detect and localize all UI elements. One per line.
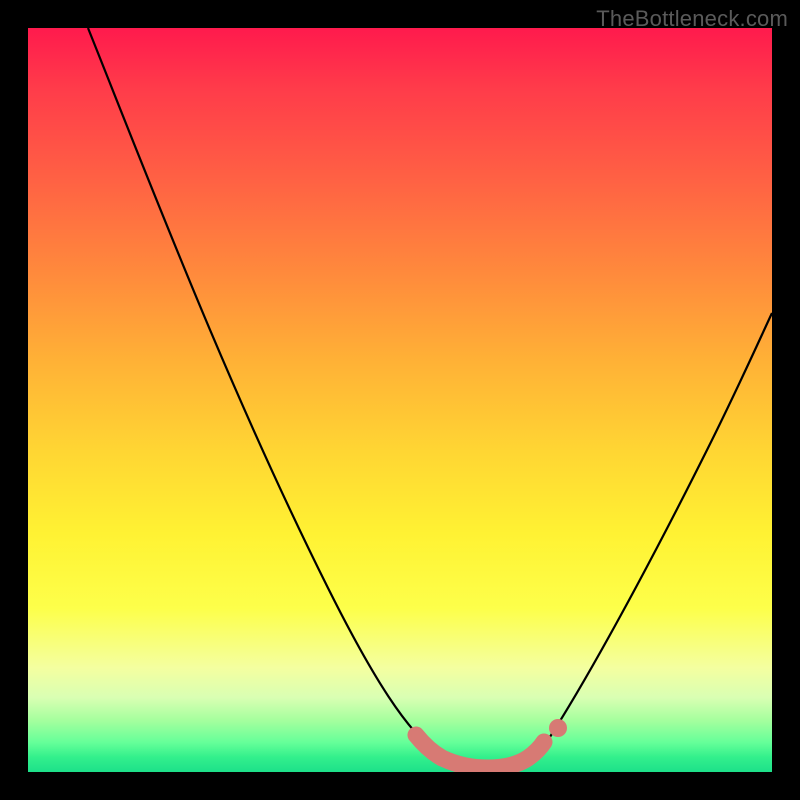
plot-area [28,28,772,772]
chart-frame: TheBottleneck.com [0,0,800,800]
bottleneck-curve [88,28,772,767]
curve-layer [28,28,772,772]
highlight-dot [549,719,567,737]
watermark-text: TheBottleneck.com [596,6,788,32]
highlight-band [416,735,544,768]
